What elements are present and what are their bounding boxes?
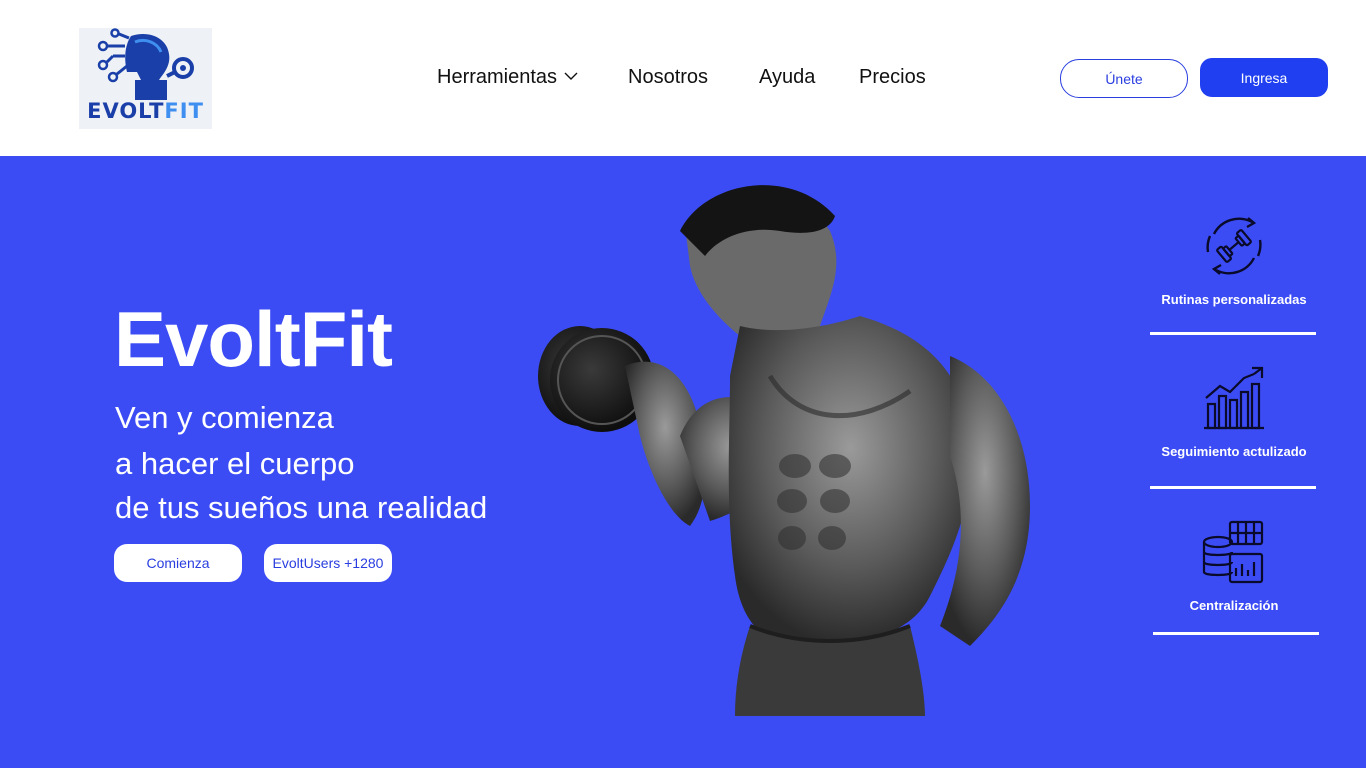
hero-title: EvoltFit <box>114 295 393 383</box>
login-button[interactable]: Ingresa <box>1200 58 1328 97</box>
join-button[interactable]: Únete <box>1060 59 1188 98</box>
nav-item-ayuda[interactable]: Ayuda <box>759 66 815 89</box>
feature-rutinas[interactable]: Rutinas personalizadas <box>1150 212 1318 335</box>
logo-text-evolt: EVOLT <box>87 99 165 123</box>
nav-item-nosotros[interactable]: Nosotros <box>628 66 708 89</box>
hero-section: EvoltFit Ven y comienza a hacer el cuerp… <box>0 156 1366 768</box>
nav-item-label: Nosotros <box>628 66 709 88</box>
feature-label: Rutinas personalizadas <box>1161 292 1307 307</box>
logo-wordmark: EVOLTFIT <box>79 99 212 123</box>
dumbbell-cycle-icon <box>1206 217 1262 275</box>
nav-item-label: Ayuda <box>759 66 816 88</box>
feature-label: Seguimiento actulizado <box>1161 444 1307 459</box>
database-grid-icon <box>1202 520 1264 584</box>
users-count-button[interactable]: EvoltUsers +1280 <box>264 544 392 582</box>
nav-item-label: Precios <box>859 66 926 88</box>
site-header: EVOLTFIT Herramientas Nosotros Ayuda Pre… <box>0 0 1366 156</box>
nav-item-herramientas[interactable]: Herramientas <box>437 66 579 89</box>
feature-seguimiento[interactable]: Seguimiento actulizado <box>1150 364 1318 489</box>
logo-text-fit: FIT <box>164 99 204 123</box>
feature-centralizacion[interactable]: Centralización <box>1150 518 1319 635</box>
hero-subtitle-line: a hacer el cuerpo <box>115 446 355 481</box>
athlete-photo <box>538 185 1030 716</box>
start-button[interactable]: Comienza <box>114 544 242 582</box>
growth-chart-icon <box>1204 366 1264 430</box>
nav-item-precios[interactable]: Precios <box>859 66 926 89</box>
brand-logo[interactable]: EVOLTFIT <box>79 28 212 129</box>
hero-subtitle: Ven y comienza a hacer el cuerpo de tus … <box>115 396 487 530</box>
hero-subtitle-line: de tus sueños una realidad <box>115 490 488 525</box>
feature-divider <box>1150 332 1316 335</box>
hero-subtitle-line: Ven y comienza <box>115 400 334 435</box>
feature-label: Centralización <box>1189 598 1279 613</box>
chevron-down-icon <box>564 72 578 80</box>
nav-item-label: Herramientas <box>437 66 558 88</box>
feature-divider <box>1153 632 1319 635</box>
feature-divider <box>1150 486 1316 489</box>
